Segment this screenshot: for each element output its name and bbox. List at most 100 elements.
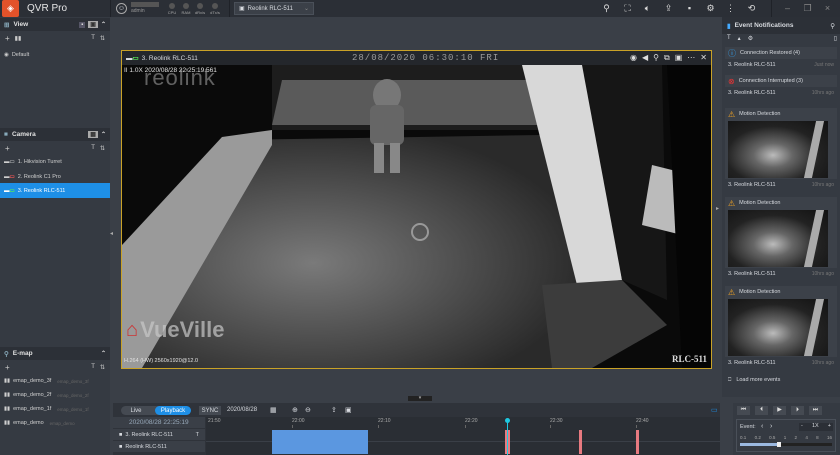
layout-icon[interactable]: ▦ xyxy=(88,131,98,138)
event-thumbnail[interactable] xyxy=(728,299,828,356)
speaker-icon[interactable]: ◀ xyxy=(642,53,648,63)
gear-icon[interactable]: ⚙ xyxy=(705,3,716,14)
search-icon[interactable]: ⚲ xyxy=(601,3,612,14)
event-item[interactable]: ⚠ Motion Detection 3. Reolink RLC-511 10hr… xyxy=(725,108,837,191)
speed-tick[interactable]: 4 xyxy=(805,435,808,440)
playhead-handle[interactable] xyxy=(505,418,510,423)
snapshot-icon[interactable]: ▣ xyxy=(675,53,683,63)
close-icon[interactable]: × xyxy=(822,3,833,14)
close-icon[interactable]: ✕ xyxy=(700,53,707,63)
increase-speed[interactable]: + xyxy=(828,423,831,431)
zoom-out-icon[interactable]: ⊖ xyxy=(305,406,311,414)
speed-slider-handle[interactable] xyxy=(777,442,782,447)
filter-icon[interactable]: T xyxy=(196,432,199,438)
camera-item[interactable]: ▬▭ 1. Hikvision Turret xyxy=(0,155,110,169)
playhead[interactable] xyxy=(507,421,508,455)
calendar-icon[interactable]: ▦ xyxy=(270,406,277,414)
prev-event-icon[interactable]: ‹ xyxy=(761,423,763,430)
camera-item[interactable]: ▬▭ 2. Reolink C1 Pro xyxy=(0,170,110,184)
event-item[interactable]: ⓘ Connection Restored (4) 3. Reolink RLC-… xyxy=(725,47,837,71)
timeline-settings-icon[interactable]: ▭ xyxy=(711,406,718,414)
video-tile[interactable]: ▬▭ 3. Reolink RLC-511 ◉ ◀ ⚲ ⧉ ▣ ⋯ ✕ 28/0… xyxy=(121,50,712,369)
skip-start-icon[interactable]: ⏮ xyxy=(737,406,750,415)
collapse-sidebar-handle[interactable]: ◂ xyxy=(110,230,113,237)
collapse-right-panel-handle[interactable]: ▸ xyxy=(716,205,719,212)
event-thumbnail[interactable] xyxy=(728,210,828,267)
live-tab[interactable]: Live xyxy=(125,406,147,415)
filter-icon[interactable]: T xyxy=(727,35,731,42)
video-feed[interactable]: II 1.0X 2020/08/28 22:25:19.561 reolink … xyxy=(122,65,711,368)
gear-icon[interactable]: ⚙ xyxy=(748,35,753,42)
next-event-icon[interactable]: › xyxy=(770,423,772,430)
camera-item-selected[interactable]: ▬▭ 3. Reolink RLC-511 xyxy=(0,183,110,198)
filter-icon[interactable]: T xyxy=(91,35,95,42)
camera-section-header[interactable]: ■ Camera ▦ ⌃ xyxy=(0,128,110,141)
collapse-icon[interactable]: ⌃ xyxy=(101,350,106,357)
filter-icon[interactable]: T xyxy=(91,364,95,371)
logout-icon[interactable]: ⟲ xyxy=(746,3,757,14)
decrease-speed[interactable]: - xyxy=(801,423,803,431)
playback-tab[interactable]: Playback xyxy=(155,406,191,415)
lock-icon[interactable]: ▪ xyxy=(79,21,86,28)
export-icon[interactable]: ⇪ xyxy=(663,3,674,14)
fullscreen-icon[interactable]: ⛶ xyxy=(622,3,633,14)
view-section-header[interactable]: ⊞ View ▪ ▣ ⌃ xyxy=(0,18,110,31)
lock-icon[interactable]: ▪ xyxy=(684,3,695,14)
timeline-track[interactable]: 21:50 22:00 22:10 22:20 22:30 22:40 xyxy=(206,417,720,455)
speed-stepper[interactable]: - 1X + xyxy=(799,423,833,431)
more-icon[interactable]: ⋮ xyxy=(725,3,736,14)
emap-section-header[interactable]: ⚲ E-map ⌃ xyxy=(0,347,110,360)
step-forward-icon[interactable]: ⏵ xyxy=(791,406,804,415)
speed-tick[interactable]: 2 xyxy=(795,435,798,440)
speed-tick[interactable]: 8 xyxy=(816,435,819,440)
speaker-icon[interactable]: 🔈︎ xyxy=(642,3,653,14)
pip-icon[interactable]: ⧉ xyxy=(664,53,670,63)
speed-tick[interactable]: 1 xyxy=(784,435,787,440)
search-icon[interactable]: ⚲ xyxy=(830,22,835,30)
bell-icon[interactable]: ▴ xyxy=(738,35,741,42)
speed-tick[interactable]: 0.5 xyxy=(769,435,775,440)
emap-item[interactable]: ▮▮ emap_demo_3f emap_demo_3f xyxy=(0,374,110,388)
event-item[interactable]: ⚠ Motion Detection 3. Reolink RLC-511 10hr… xyxy=(725,197,837,280)
collapse-timeline-handle[interactable]: ▾ xyxy=(408,396,432,401)
record-icon[interactable]: ◉ xyxy=(630,53,637,63)
layout-icon[interactable]: ▮▮ xyxy=(15,35,22,42)
more-icon[interactable]: ⋯ xyxy=(687,53,695,63)
event-item[interactable]: ⊗ Connection Interrupted (3) 3. Reolink R… xyxy=(725,75,837,99)
skip-end-icon[interactable]: ⏭ xyxy=(809,406,822,415)
event-marker[interactable] xyxy=(579,430,582,454)
sort-icon[interactable]: ⇅ xyxy=(100,364,105,371)
play-icon[interactable]: ▶ xyxy=(773,406,786,415)
recording-block[interactable] xyxy=(272,430,368,454)
sort-icon[interactable]: ⇅ xyxy=(100,145,105,152)
speed-slider[interactable] xyxy=(740,443,832,446)
speed-tick[interactable]: 16 xyxy=(827,435,832,440)
sort-icon[interactable]: ⇅ xyxy=(100,35,105,42)
event-item[interactable]: ⚠ Motion Detection 3. Reolink RLC-511 10hr… xyxy=(725,286,837,369)
emap-item[interactable]: ▮▮ emap_demo emap_demo xyxy=(0,416,110,430)
zoom-in-icon[interactable]: ⊕ xyxy=(292,406,298,414)
collapse-icon[interactable]: ⌃ xyxy=(101,21,106,28)
restore-icon[interactable]: ❐ xyxy=(802,3,813,14)
event-thumbnail[interactable] xyxy=(728,121,828,178)
camera-select[interactable]: ▣ Reolink RLC-511 ⌄ xyxy=(234,2,314,15)
sync-button[interactable]: SYNC xyxy=(199,406,221,415)
zoom-icon[interactable]: ⚲ xyxy=(653,53,659,63)
add-icon[interactable]: + xyxy=(5,144,10,153)
bookmark-icon[interactable]: ▣ xyxy=(345,406,352,414)
filter-icon[interactable]: T xyxy=(91,145,95,152)
step-back-icon[interactable]: ⏴ xyxy=(755,406,768,415)
add-icon[interactable]: + xyxy=(5,363,10,372)
add-icon[interactable]: + xyxy=(5,34,10,43)
layout-icon[interactable]: ▣ xyxy=(88,21,98,28)
emap-item[interactable]: ▮▮ emap_demo_2f emap_demo_2f xyxy=(0,388,110,402)
speed-tick[interactable]: 0.1 xyxy=(740,435,746,440)
emap-item[interactable]: ▮▮ emap_demo_1f emap_demo_1f xyxy=(0,402,110,416)
collapse-icon[interactable]: ⌃ xyxy=(101,131,106,138)
load-more-events[interactable]: ⎕ Load more events xyxy=(728,377,780,384)
trash-icon[interactable]: ▯ xyxy=(834,35,837,42)
view-item-default[interactable]: ◉ Default xyxy=(0,48,110,62)
event-marker[interactable] xyxy=(636,430,639,454)
user-menu[interactable]: ☺ admin xyxy=(116,2,159,14)
minimize-icon[interactable]: – xyxy=(782,3,793,14)
